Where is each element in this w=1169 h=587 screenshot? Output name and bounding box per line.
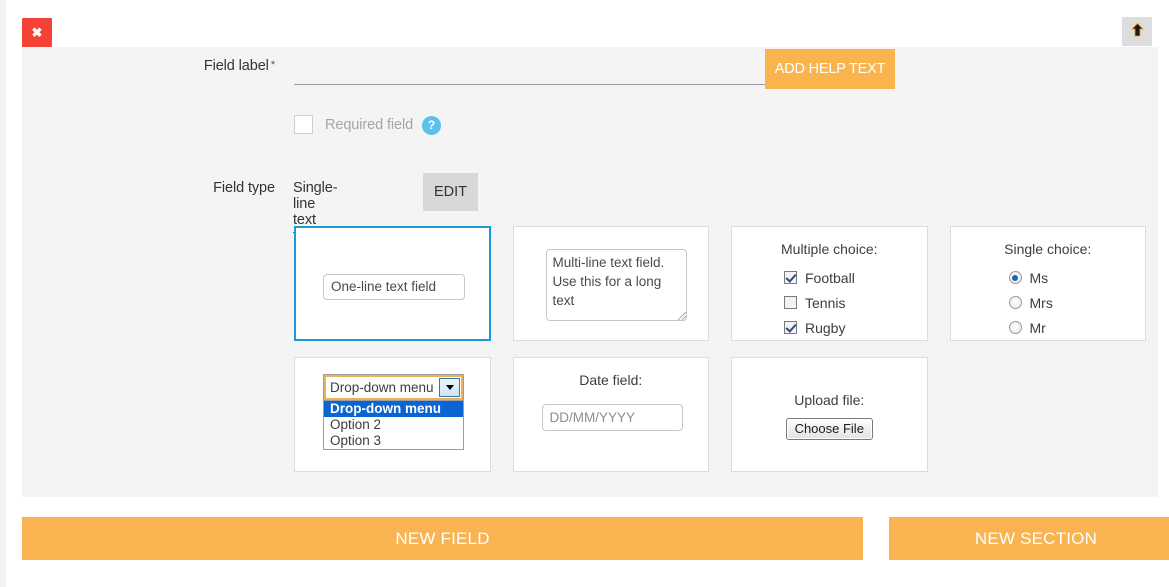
radio-option-row[interactable]: Mr [1008,315,1053,340]
radio-ms[interactable] [1008,271,1022,284]
radio-option-row[interactable]: Mrs [1008,290,1053,315]
radio-option-row[interactable]: Ms [1008,265,1053,290]
one-line-text-preview[interactable]: One-line text field [323,274,465,300]
drop-down-closed-box[interactable]: Drop-down menu [323,374,464,401]
drop-down-preview: Drop-down menu Drop-down menu Option 2 O… [323,374,464,450]
required-field-label: Required field [325,116,414,133]
radio-mrs[interactable] [1008,296,1022,309]
multi-line-text-preview[interactable]: Multi-line text field. Use this for a lo… [545,249,687,321]
new-field-button[interactable]: NEW FIELD [22,517,863,560]
checkbox-label-tennis: Tennis [805,294,846,311]
checkbox-label-rugby: Rugby [805,319,846,336]
field-settings-panel: Field label * ADD HELP TEXT Required fiel… [22,47,1158,497]
field-type-card-upload-file[interactable]: Upload file: Choose File [731,357,928,472]
field-type-card-multi-line-text[interactable]: Multi-line text field. Use this for a lo… [512,226,709,341]
date-field-title: Date field: [579,372,643,388]
drop-down-option[interactable]: Option 3 [324,433,463,449]
choose-file-button[interactable]: Choose File [785,418,873,440]
field-type-caption: Field type [213,180,275,196]
date-field-preview[interactable]: DD/MM/YYYY [541,404,683,431]
field-label-caption: Field label * [22,58,275,74]
arrow-up-icon [1130,22,1145,41]
single-choice-options: Ms Mrs Mr [1008,265,1053,340]
checkbox-option-row[interactable]: Tennis [784,290,855,315]
multiple-choice-title: Multiple choice: [781,241,878,257]
field-type-row-1: One-line text field Multi-line text fiel… [294,226,1146,341]
upload-file-title: Upload file: [794,392,865,408]
field-type-card-single-line-text[interactable]: One-line text field [294,226,491,341]
chevron-down-icon[interactable] [439,378,460,397]
field-type-card-single-choice[interactable]: Single choice: Ms Mrs Mr [949,226,1146,341]
field-type-card-date[interactable]: Date field: DD/MM/YYYY [512,357,709,472]
new-section-button[interactable]: NEW SECTION [889,517,1169,560]
checkbox-label-football: Football [805,269,855,286]
radio-mr[interactable] [1008,321,1022,334]
page-left-gutter [0,0,6,587]
drop-down-option[interactable]: Drop-down menu [324,401,463,417]
checkbox-rugby[interactable] [784,321,797,334]
radio-label-ms: Ms [1029,269,1049,286]
close-field-button[interactable]: ✖ [22,18,52,47]
drop-down-selected-value: Drop-down menu [330,380,434,395]
field-type-options-grid: One-line text field Multi-line text fiel… [294,226,1146,488]
edit-field-type-button[interactable]: EDIT [423,173,478,211]
form-builder-field-editor: ✖ Field label * ADD HELP TEXT Required fi… [0,0,1169,587]
field-type-empty-slot [950,357,1147,472]
multiple-choice-options: Football Tennis Rugby [784,265,855,340]
drop-down-options-list: Drop-down menu Option 2 Option 3 [323,401,464,450]
add-help-text-button[interactable]: ADD HELP TEXT [765,49,895,89]
single-choice-title: Single choice: [1004,241,1092,257]
field-type-row-2: Drop-down menu Drop-down menu Option 2 O… [294,357,1146,472]
required-asterisk: * [270,59,275,71]
drop-down-option[interactable]: Option 2 [324,417,463,433]
field-type-card-multiple-choice[interactable]: Multiple choice: Football Tennis Rugby [731,226,928,341]
field-label-text: Field label [203,58,269,74]
field-type-card-drop-down-menu[interactable]: Drop-down menu Drop-down menu Option 2 O… [294,357,491,472]
checkbox-tennis[interactable] [784,296,797,309]
move-field-up-button[interactable] [1122,17,1152,46]
radio-label-mrs: Mrs [1029,294,1053,311]
help-icon[interactable]: ? [422,116,442,135]
required-field-row: Required field ? [294,115,442,135]
required-field-checkbox[interactable] [294,115,313,134]
checkbox-option-row[interactable]: Football [784,265,855,290]
checkbox-football[interactable] [784,271,797,284]
radio-label-mr: Mr [1029,319,1046,336]
field-label-input[interactable] [294,55,765,85]
checkbox-option-row[interactable]: Rugby [784,315,855,340]
